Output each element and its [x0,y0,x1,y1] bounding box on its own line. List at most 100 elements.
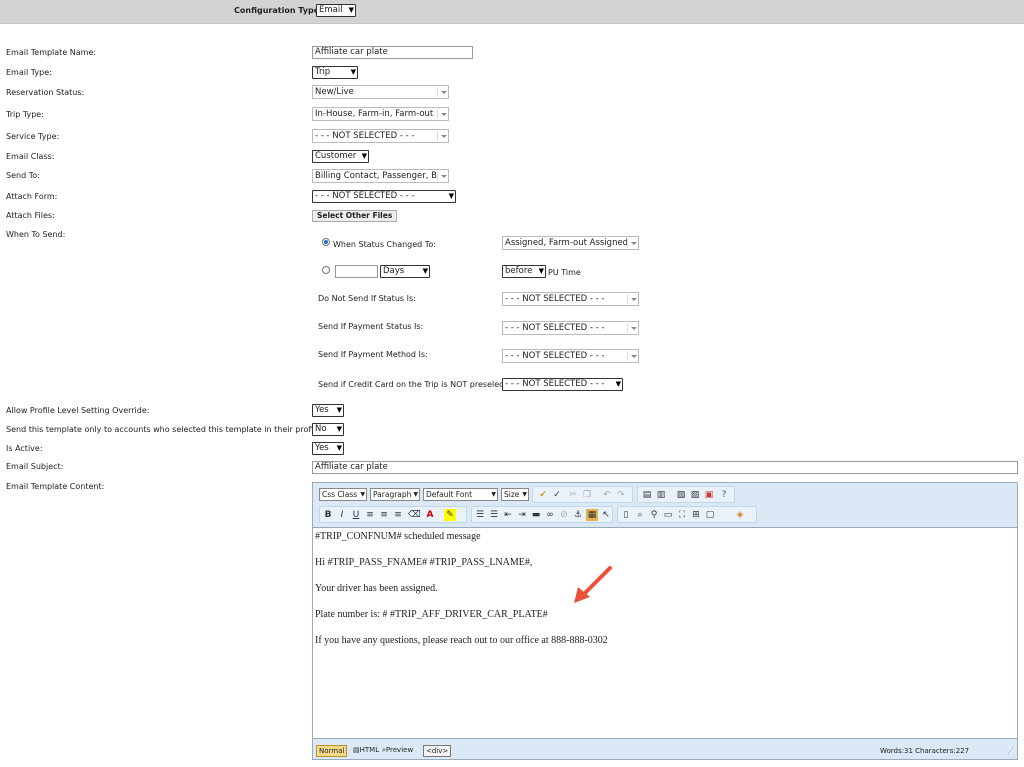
payment-status-dropdown[interactable]: - - - NOT SELECTED - - - [502,321,639,335]
template-name-label: Email Template Name: [6,48,97,57]
is-active-label: Is Active: [6,444,43,453]
outdent-icon[interactable]: ⇤ [502,509,514,521]
ordered-list-icon[interactable]: ☰ [474,509,486,521]
normal-mode-tab[interactable]: Normal [316,745,348,757]
underline-icon[interactable]: U [350,509,362,521]
edit-tools-group: ✔ ✓ ✂ ❐ ↶ ↷ [532,486,633,503]
email-class-label: Email Class: [6,152,55,161]
align-right-icon[interactable]: ≡ [392,509,404,521]
before-select[interactable]: before ▼ [502,265,546,278]
pointer-icon[interactable]: ↖ [600,509,612,521]
only-selected-label: Send this template only to accounts who … [6,425,328,434]
select-other-files-button[interactable]: Select Other Files [312,210,398,222]
content-line-5: If you have any questions, please reach … [315,635,608,646]
font-color-icon[interactable]: A [424,509,436,521]
credit-card-select[interactable]: - - - NOT SELECTED - - - ▼ [502,378,623,391]
template-content-label: Email Template Content: [6,482,105,491]
align-center-icon[interactable]: ≡ [378,509,390,521]
help-icon[interactable]: ? [718,489,730,501]
format-tools-group: B I U ≡ ≡ ≡ ⌫ A ✎ [319,506,467,523]
find-replace-icon[interactable]: ⚲ [648,509,660,521]
div-tag-button[interactable]: <div> [423,745,452,757]
allow-override-select[interactable]: Yes ▼ [312,404,344,417]
when-to-send-label: When To Send: [6,230,66,239]
editor-toolbar-2: B I U ≡ ≡ ≡ ⌫ A ✎ ☰ ☰ ⇤ ⇥ ▬ ∞ ⊘ ⚓ ▦ ↖ ▯ … [317,505,1017,523]
is-active-select[interactable]: Yes ▼ [312,442,344,455]
template-icon[interactable]: ◈ [734,509,746,521]
font-select[interactable]: Default Font ▼ [423,488,498,501]
edit-image-icon[interactable]: ▨ [689,489,701,501]
spellcheck-options-icon[interactable]: ✓ [551,489,563,501]
config-type-select[interactable]: Email ▼ [316,4,356,17]
italic-icon[interactable]: I [336,509,348,521]
link-icon[interactable]: ∞ [544,509,556,521]
email-subject-input[interactable]: Affiliate car plate [312,461,1018,474]
paragraph-tools-group: ☰ ☰ ⇤ ⇥ ▬ ∞ ⊘ ⚓ ▦ ↖ [471,506,613,523]
do-not-send-label: Do Not Send If Status Is: [318,294,416,303]
status-changed-radio[interactable] [322,238,330,246]
unordered-list-icon[interactable]: ☰ [488,509,500,521]
html-mode-tab[interactable]: ▤HTML [351,745,381,757]
grid-icon[interactable]: ⊞ [690,509,702,521]
indent-icon[interactable]: ⇥ [516,509,528,521]
trip-type-dropdown[interactable]: In-House, Farm-in, Farm-out [312,107,449,121]
unlink-icon[interactable]: ⊘ [558,509,570,521]
horizontal-rule-icon[interactable]: ▬ [530,509,542,521]
search-icon[interactable]: ⌕ [634,509,646,521]
copy-icon[interactable]: ❐ [581,489,593,501]
attach-form-select[interactable]: - - - NOT SELECTED - - - ▼ [312,190,456,203]
fullscreen-icon[interactable]: ⛶ [676,509,688,521]
days-unit-select[interactable]: Days ▼ [380,265,430,278]
email-type-select[interactable]: Trip ▼ [312,66,358,79]
do-not-send-dropdown[interactable]: - - - NOT SELECTED - - - [502,292,639,306]
pu-time-label: PU Time [548,268,581,277]
new-document-icon[interactable]: ▯ [620,509,632,521]
credit-card-label: Send if Credit Card on the Trip is NOT p… [318,380,520,389]
service-type-label: Service Type: [6,132,60,141]
payment-method-dropdown[interactable]: - - - NOT SELECTED - - - [502,349,639,363]
preview-icon[interactable]: ▭ [662,509,674,521]
editor-content-area[interactable]: #TRIP_CONFNUM# scheduled message Hi #TRI… [313,527,1017,739]
pdf-icon[interactable]: ▣ [703,489,715,501]
status-changed-dropdown[interactable]: Assigned, Farm-out Assigned [502,236,639,250]
preview-mode-tab[interactable]: ⌕Preview [380,745,415,757]
attach-form-label: Attach Form: [6,192,58,201]
paste-icon[interactable]: ▤ [641,489,653,501]
bold-icon[interactable]: B [322,509,334,521]
send-to-label: Send To: [6,171,40,180]
attach-files-label: Attach Files: [6,211,55,220]
allow-override-label: Allow Profile Level Setting Override: [6,406,150,415]
reservation-status-dropdown[interactable]: New/Live [312,85,449,99]
days-radio[interactable] [322,266,330,274]
content-line-4: Plate number is: # #TRIP_AFF_DRIVER_CAR_… [315,609,548,620]
service-type-dropdown[interactable]: - - - NOT SELECTED - - - [312,129,449,143]
eraser-icon[interactable]: ⌫ [408,509,421,521]
spellcheck-icon[interactable]: ✔ [537,489,549,501]
align-left-icon[interactable]: ≡ [364,509,376,521]
email-class-select[interactable]: Customer ▼ [312,150,369,163]
document-tools-group: ▯ ⌕ ⚲ ▭ ⛶ ⊞ ▢ ◈ [617,506,757,523]
highlight-icon[interactable]: ✎ [444,509,456,521]
css-class-select[interactable]: Css Class ▼ [319,488,367,501]
resize-grip-icon[interactable]: ⋰ [1007,747,1014,755]
size-select[interactable]: Size ▼ [501,488,529,501]
table-icon[interactable]: ▦ [586,509,598,521]
days-input[interactable] [335,265,378,278]
payment-status-label: Send If Payment Status Is: [318,322,424,331]
send-to-dropdown[interactable]: Billing Contact, Passenger, B [312,169,449,183]
anchor-icon[interactable]: ⚓ [572,509,584,521]
insert-image-icon[interactable]: ▧ [675,489,687,501]
rich-text-editor: Css Class ▼ Paragraph ▼ Default Font ▼ Size… [312,482,1018,760]
undo-icon[interactable]: ↶ [601,489,613,501]
only-selected-select[interactable]: No ▼ [312,423,344,436]
trip-type-label: Trip Type: [6,110,44,119]
template-name-input[interactable]: Affiliate car plate [312,46,473,59]
config-bar: Configuration Type: Email ▼ [0,0,1024,24]
window-icon[interactable]: ▢ [704,509,716,521]
word-count: Words:31 Characters:227 [880,747,970,755]
paste-text-icon[interactable]: ▥ [655,489,667,501]
cut-icon[interactable]: ✂ [567,489,579,501]
paragraph-select[interactable]: Paragraph ▼ [370,488,420,501]
redo-icon[interactable]: ↷ [615,489,627,501]
content-line-2: Hi #TRIP_PASS_FNAME# #TRIP_PASS_LNAME#, [315,557,533,568]
